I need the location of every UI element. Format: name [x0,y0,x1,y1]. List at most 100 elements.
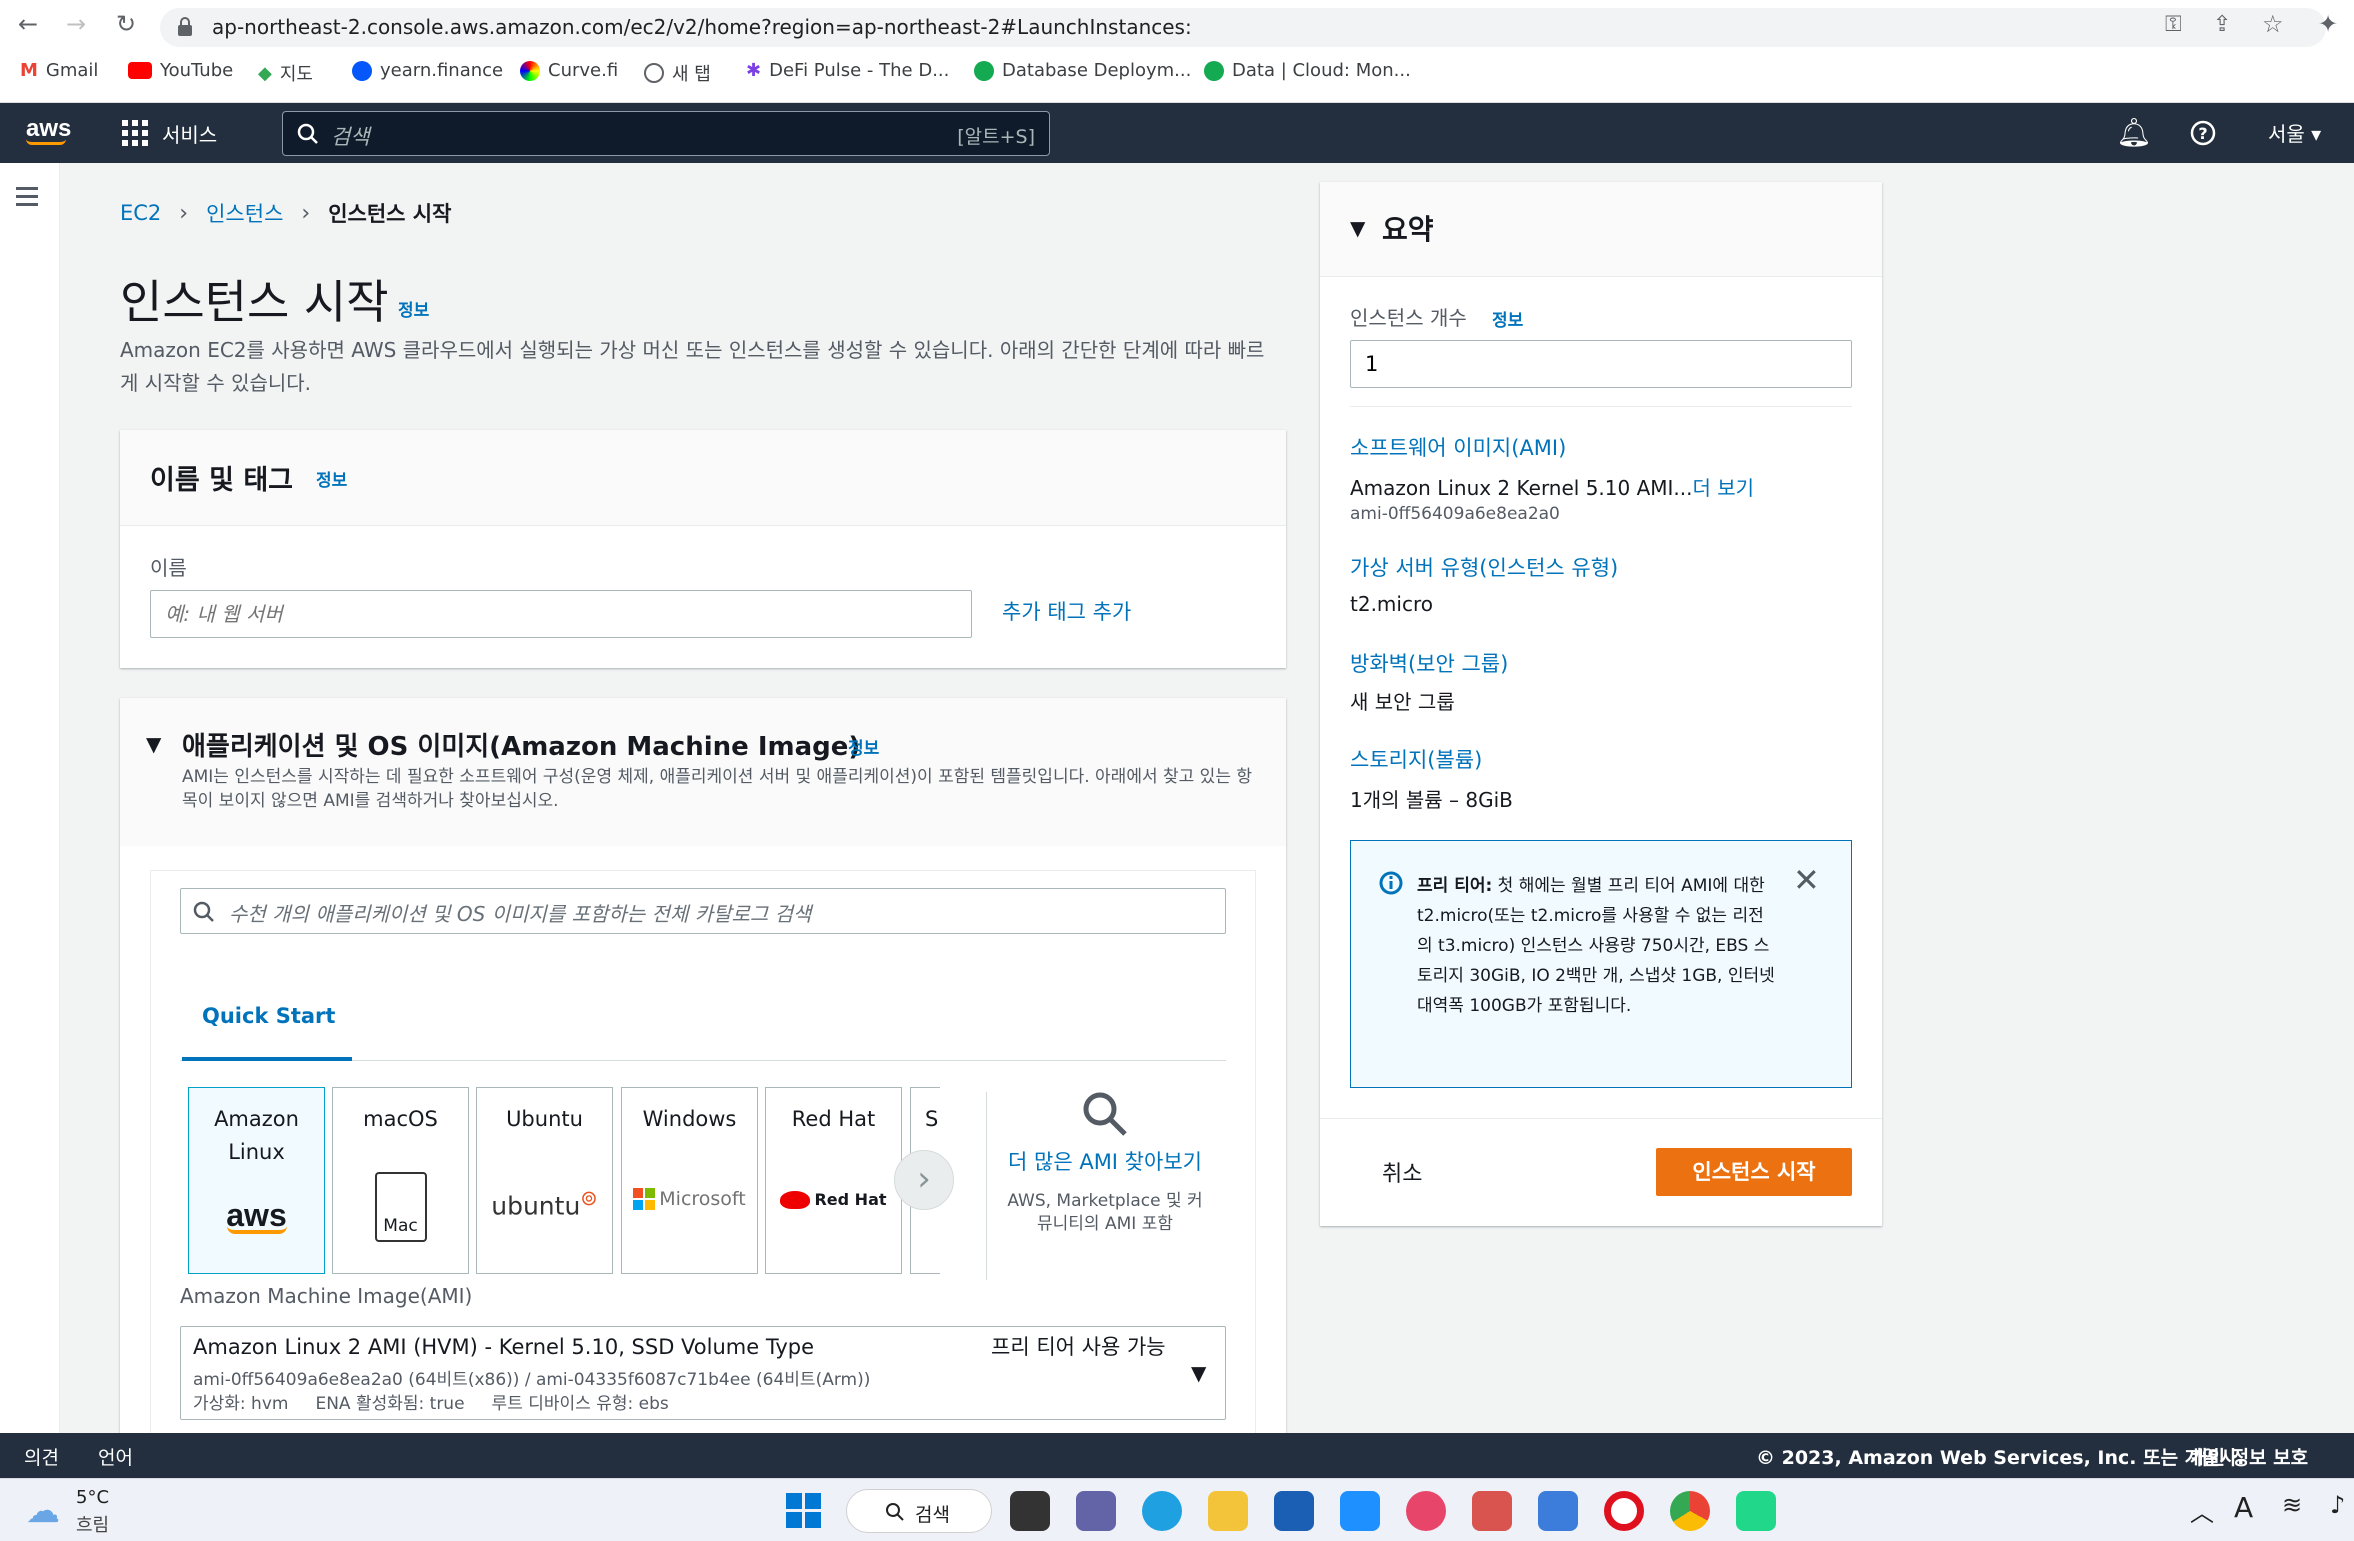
bookmark-yearn[interactable]: yearn.finance [352,60,503,81]
services-menu[interactable]: 서비스 [162,119,217,148]
bell-icon[interactable]: 🔔︎ [2116,116,2152,149]
star-icon[interactable]: ☆ [2262,10,2284,38]
region-selector[interactable]: 서울 ▾ [2268,118,2321,147]
ami-search-input[interactable]: 수천 개의 애플리케이션 및 OS 이미지를 포함하는 전체 카탈로그 검색 [180,888,1226,934]
mongodb-icon [974,60,994,81]
extensions-icon[interactable]: ✦ [2318,10,2338,38]
name-input[interactable] [150,590,972,638]
breadcrumb-ec2[interactable]: EC2 [120,201,161,225]
chrome-icon[interactable] [1670,1491,1710,1531]
store-icon[interactable] [1274,1491,1314,1531]
breadcrumb-instances[interactable]: 인스턴스 [206,198,283,228]
chevron-up-icon[interactable]: ︿ [2190,1493,2214,1528]
sync-icon[interactable] [1472,1491,1512,1531]
help-icon[interactable]: ? [2190,120,2216,146]
info-link[interactable]: 정보 [848,734,879,759]
speaker-icon[interactable]: ♪ [2330,1491,2345,1519]
launch-instance-button[interactable]: 인스턴스 시작 [1656,1148,1852,1196]
wifi-icon[interactable]: ≋ [2282,1491,2302,1519]
bookmark-mongodb-2[interactable]: Data | Cloud: Mon... [1204,60,1411,81]
free-tier-alert: 프리 티어: 첫 해에는 월별 프리 티어 AMI에 대한 t2.micro(또… [1350,840,1852,1088]
browse-more-ami[interactable]: 더 많은 AMI 찾아보기 AWS, Marketplace 및 커뮤니티의 A… [1000,1090,1210,1236]
side-nav-rail [0,163,60,1433]
info-link[interactable]: 정보 [1492,306,1523,331]
show-more-link[interactable]: 더 보기 [1693,476,1755,500]
app-icon[interactable] [1406,1491,1446,1531]
software-image-link[interactable]: 소프트웨어 이미지(AMI) [1350,432,1566,462]
caret-down-icon: ▼ [1191,1361,1207,1385]
add-tags-link[interactable]: 추가 태그 추가 [1002,596,1131,626]
opera-icon[interactable] [1604,1491,1644,1531]
close-icon[interactable]: ✕ [1793,861,1820,899]
instance-count-input[interactable] [1350,340,1852,388]
carousel-next-button[interactable]: › [894,1150,954,1210]
file-explorer-icon[interactable] [1208,1491,1248,1531]
reload-icon[interactable]: ↻ [116,10,136,38]
ami-label: Amazon Machine Image(AMI) [180,1284,473,1308]
divider [1350,406,1852,407]
feedback-link[interactable]: 의견 [24,1443,59,1470]
summary-panel: ▼ 요약 인스턴스 개수 정보 소프트웨어 이미지(AMI) Amazon Li… [1320,182,1882,1226]
cancel-button[interactable]: 취소 [1382,1156,1422,1188]
settings-icon[interactable] [1538,1491,1578,1531]
search-icon [886,1503,904,1521]
back-icon[interactable]: ← [18,10,38,38]
weather-temp[interactable]: 5°C [76,1487,109,1508]
bookmark-defipulse[interactable]: ✱ DeFi Pulse - The D... [746,60,949,81]
pycharm-icon[interactable] [1736,1491,1776,1531]
ami-select[interactable]: Amazon Linux 2 AMI (HVM) - Kernel 5.10, … [180,1326,1226,1420]
share-icon[interactable]: ⇪ [2213,12,2231,37]
section-title: 애플리케이션 및 OS 이미지(Amazon Machine Image) [182,732,861,762]
language-link[interactable]: 언어 [98,1443,133,1470]
aws-logo[interactable]: aws [26,115,71,145]
yearn-icon [352,60,372,81]
software-value: Amazon Linux 2 Kernel 5.10 AMI...더 보기 [1350,476,1755,500]
collapse-caret-icon[interactable]: ▼ [146,732,161,756]
menu-icon[interactable] [16,187,42,207]
tab-quick-start[interactable]: Quick Start [182,1004,352,1061]
windows-start-icon[interactable] [786,1493,822,1529]
ime-icon[interactable]: A [2234,1491,2253,1524]
bookmark-curve[interactable]: Curve.fi [520,60,618,81]
ami-card-windows[interactable]: Windows Microsoft [621,1087,758,1274]
globe-icon [644,63,664,83]
ami-card-amazon-linux[interactable]: Amazon Linux aws [188,1087,325,1274]
info-link[interactable]: 정보 [316,466,347,491]
url-text[interactable]: ap-northeast-2.console.aws.amazon.com/ec… [212,15,1192,39]
edge-icon[interactable] [1142,1491,1182,1531]
divider [986,1092,987,1280]
firewall-link[interactable]: 방화벽(보안 그룹) [1350,648,1508,678]
software-id: ami-0ff56409a6e8ea2a0 [1350,504,1560,524]
aws-search-input[interactable]: 검색 [알트+S] [282,111,1050,156]
ami-card-macos[interactable]: macOS Mac [332,1087,469,1274]
ami-card-redhat[interactable]: Red Hat Red Hat [765,1087,902,1274]
instance-type-link[interactable]: 가상 서버 유형(인스턴스 유형) [1350,552,1618,582]
bookmark-newtab[interactable]: 새 탭 [644,60,711,86]
info-icon [1379,871,1403,895]
ami-card-ubuntu[interactable]: Ubuntu ubuntu⊚ [476,1087,613,1274]
bookmark-maps[interactable]: ◆ 지도 [258,60,313,86]
grid-icon[interactable] [122,120,148,146]
mongodb-icon [1204,60,1224,81]
bookmark-mongodb-1[interactable]: Database Deploym... [974,60,1191,81]
chevron-right-icon: › [179,200,189,226]
privacy-link[interactable]: 개인 정보 보호 [2190,1443,2308,1470]
storage-link[interactable]: 스토리지(볼륨) [1350,744,1482,774]
free-tier-badge: 프리 티어 사용 가능 [991,1335,1166,1359]
copyright: © 2023, Amazon Web Services, Inc. 또는 계열사… [1756,1447,2245,1469]
bookmark-youtube[interactable]: YouTube [128,60,233,81]
key-icon[interactable]: ⚿ [2165,12,2182,37]
mail-icon[interactable] [1340,1491,1380,1531]
task-view-icon[interactable] [1010,1491,1050,1531]
microsoft-logo: Microsoft [622,1188,757,1210]
storage-value: 1개의 볼륨 – 8GiB [1350,788,1513,812]
teams-icon[interactable] [1076,1491,1116,1531]
bookmark-gmail[interactable]: M Gmail [20,60,98,81]
youtube-icon [128,62,152,79]
taskbar-search[interactable]: 검색 [846,1489,992,1533]
gmail-icon: M [20,60,38,81]
forward-icon[interactable]: → [66,10,86,38]
collapse-caret-icon[interactable]: ▼ [1350,216,1365,240]
page-info-link[interactable]: 정보 [398,296,429,321]
lock-icon[interactable] [176,16,194,38]
